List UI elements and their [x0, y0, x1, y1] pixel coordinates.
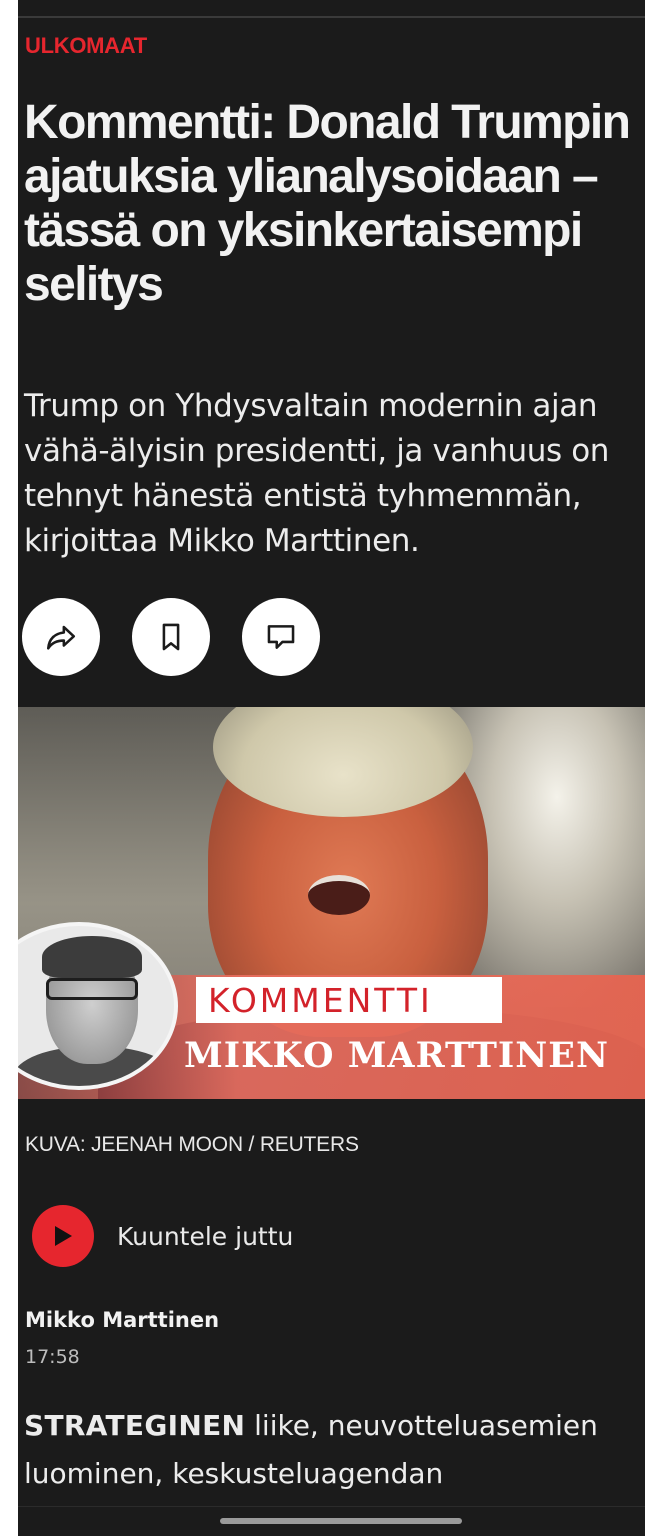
article-screen: ULKOMAAT Kommentti: Donald Trumpin ajatu…	[18, 0, 645, 1536]
share-icon	[46, 625, 76, 650]
section-label[interactable]: ULKOMAAT	[25, 33, 147, 59]
author-name[interactable]: Mikko Marttinen	[25, 1308, 219, 1332]
comment-button[interactable]	[242, 598, 320, 676]
bookmark-icon	[162, 623, 180, 651]
listen-label[interactable]: Kuuntele juttu	[117, 1222, 293, 1251]
listen-audio[interactable]: Kuuntele juttu	[32, 1205, 293, 1267]
play-icon	[55, 1226, 72, 1246]
article-lede: Trump on Yhdysvaltain modernin ajan vähä…	[24, 388, 610, 559]
image-caption: KUVA: JEENAH MOON / REUTERS	[25, 1133, 359, 1156]
article-body: STRATEGINEN liike, neuvotteluasemien luo…	[24, 1402, 644, 1498]
hero-author-name: MIKKO MARTTINEN	[184, 1035, 609, 1076]
comment-tag-box: KOMMENTTI	[196, 977, 502, 1023]
body-lead-word: STRATEGINEN	[24, 1409, 246, 1442]
comment-icon	[267, 625, 295, 649]
play-button[interactable]	[32, 1205, 94, 1267]
publish-time: 17:58	[25, 1346, 80, 1368]
top-divider	[18, 16, 645, 18]
bookmark-button[interactable]	[132, 598, 210, 676]
article-headline: Kommentti: Donald Trumpin ajatuksia ylia…	[24, 96, 631, 311]
home-indicator[interactable]	[220, 1518, 462, 1524]
comment-tag: KOMMENTTI	[208, 980, 433, 1020]
share-button[interactable]	[22, 598, 100, 676]
hero-image[interactable]: KOMMENTTI MIKKO MARTTINEN	[18, 707, 645, 1099]
